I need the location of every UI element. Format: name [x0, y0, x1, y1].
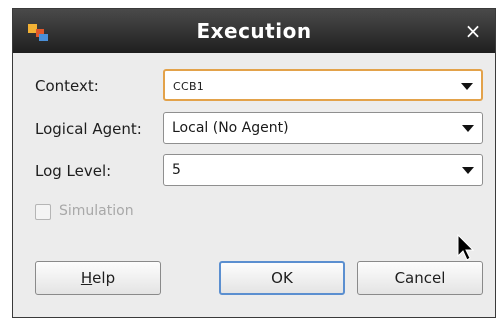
mouse-cursor-icon: [457, 234, 474, 261]
simulation-label: Simulation: [59, 203, 134, 219]
cancel-button[interactable]: Cancel: [357, 261, 483, 295]
context-value: CCB1: [173, 80, 205, 93]
log-level-select[interactable]: 5: [163, 154, 483, 186]
logical-agent-select[interactable]: Local (No Agent): [163, 112, 483, 144]
chevron-down-icon[interactable]: [462, 125, 474, 132]
help-mnemonic: H: [80, 269, 93, 287]
logical-agent-label: Logical Agent:: [35, 120, 142, 138]
context-label: Context:: [35, 77, 99, 95]
ok-button[interactable]: OK: [219, 261, 345, 295]
chevron-down-icon[interactable]: [462, 167, 474, 174]
execution-dialog: Execution × Context: CCB1 Logical Agent:…: [12, 8, 496, 318]
log-level-value: 5: [172, 162, 181, 178]
simulation-checkbox[interactable]: [35, 204, 51, 220]
title-bar[interactable]: Execution ×: [13, 9, 495, 53]
close-icon[interactable]: ×: [463, 21, 483, 41]
logical-agent-value: Local (No Agent): [172, 120, 289, 136]
dialog-title: Execution: [196, 19, 312, 43]
chevron-down-icon[interactable]: [461, 83, 473, 90]
context-select[interactable]: CCB1: [163, 69, 483, 101]
log-level-label: Log Level:: [35, 162, 112, 180]
help-label: elp: [92, 269, 116, 287]
help-button[interactable]: Help: [35, 261, 161, 295]
